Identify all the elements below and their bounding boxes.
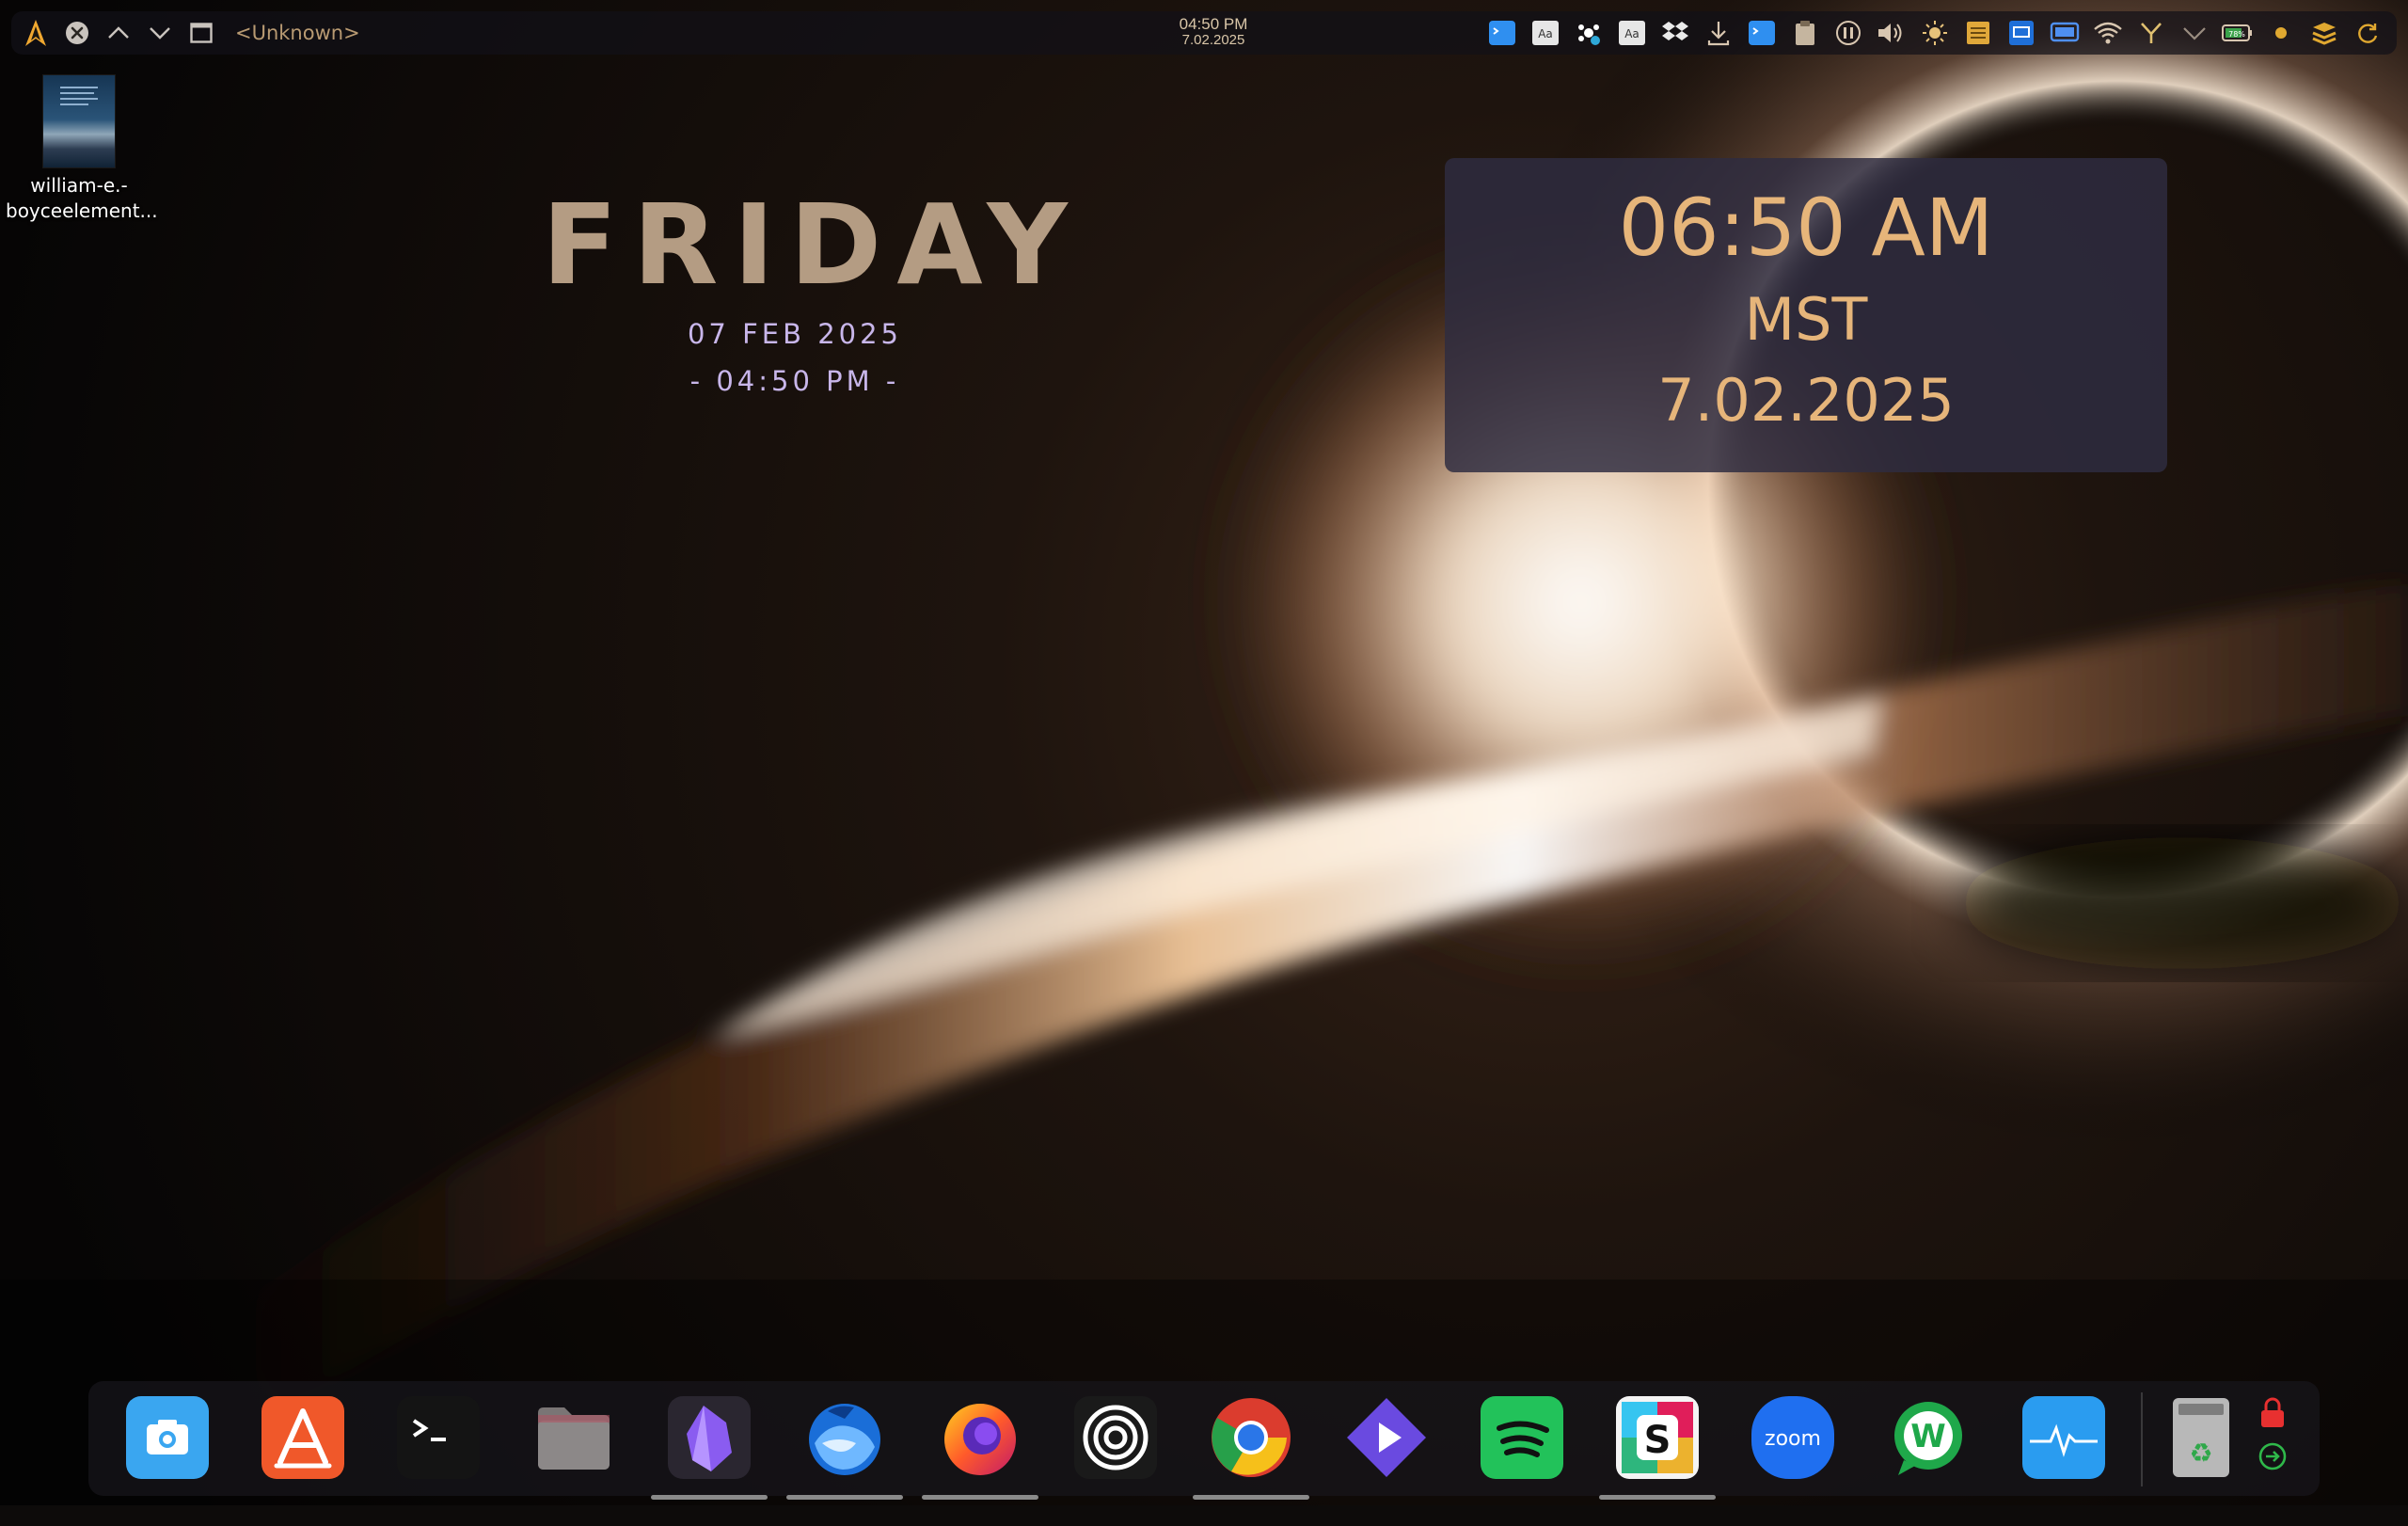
wifi-icon[interactable]	[2086, 11, 2130, 55]
running-indicator	[651, 1495, 768, 1500]
thunderbird-icon	[800, 1392, 890, 1483]
dock-files[interactable]	[529, 1392, 619, 1483]
chevron-up-icon[interactable]	[100, 14, 137, 52]
dock-app-center[interactable]	[258, 1392, 348, 1483]
dock-spotify[interactable]	[1477, 1392, 1567, 1483]
chrome-icon	[1206, 1392, 1296, 1483]
app-center-icon	[258, 1392, 348, 1483]
zoom-label: zoom	[1765, 1427, 1821, 1451]
terminal-icon	[393, 1392, 483, 1483]
chevron-down-icon[interactable]	[141, 14, 179, 52]
font-viewer-icon[interactable]: Aa	[1610, 11, 1654, 55]
file-label: william-e.- boyceelement...	[6, 173, 158, 224]
zoom-icon: zoom	[1748, 1392, 1838, 1483]
system-tray: Aa Aa 78%	[1481, 11, 2389, 55]
terminal-icon[interactable]	[1740, 11, 1783, 55]
refresh-icon[interactable]	[2346, 11, 2389, 55]
w-chat-icon: W	[1883, 1392, 1973, 1483]
clock-time: 06:50 AM	[1618, 182, 1994, 274]
dock-zoom[interactable]: zoom	[1748, 1392, 1838, 1483]
chevron-down-icon[interactable]	[2173, 11, 2216, 55]
close-icon[interactable]	[58, 14, 96, 52]
launcher-logo-icon[interactable]	[17, 14, 55, 52]
dock-thunderbird[interactable]	[786, 1392, 903, 1500]
running-indicator	[786, 1495, 903, 1500]
clock-date: 7.02.2025	[1657, 366, 1955, 435]
window-title: <Unknown>	[235, 22, 360, 44]
running-indicator	[1193, 1495, 1309, 1500]
paint-icon[interactable]	[1567, 11, 1610, 55]
play-diamond-icon	[1341, 1392, 1432, 1483]
notes-icon[interactable]	[1956, 11, 2000, 55]
dock-separator	[2141, 1392, 2143, 1486]
file-label-line1: william-e.-	[30, 174, 128, 197]
svg-text:W: W	[1910, 1418, 1946, 1455]
battery-icon[interactable]: 78%	[2216, 11, 2259, 55]
dock-firefox[interactable]	[922, 1392, 1038, 1500]
camera-app-icon	[122, 1392, 213, 1483]
dock-slack[interactable]: S	[1599, 1392, 1716, 1500]
top-panel: <Unknown> 04:50 PM 7.02.2025 Aa Aa 78%	[11, 11, 2397, 55]
dock-circle-app[interactable]	[1070, 1392, 1161, 1483]
day-widget: FRIDAY 07 FEB 2025 - 04:50 PM -	[527, 180, 1083, 397]
day-date: 07 FEB 2025	[687, 318, 903, 350]
running-indicator	[1599, 1495, 1716, 1500]
spotify-icon	[1477, 1392, 1567, 1483]
brightness-icon[interactable]	[1913, 11, 1956, 55]
terminal-icon[interactable]	[1481, 11, 1524, 55]
dock-trash[interactable]: ♻	[2156, 1392, 2246, 1483]
display-icon[interactable]	[2000, 11, 2043, 55]
dock-anydesk-app[interactable]	[1341, 1392, 1432, 1483]
svg-text:♻: ♻	[2189, 1438, 2212, 1469]
volume-icon[interactable]	[1870, 11, 1913, 55]
dock-system-monitor[interactable]	[2019, 1392, 2109, 1483]
dock-chrome[interactable]	[1193, 1392, 1309, 1500]
file-label-line2: boyceelement...	[6, 199, 158, 222]
panel-clock[interactable]: 04:50 PM 7.02.2025	[1166, 16, 1260, 48]
day-time: - 04:50 PM -	[689, 365, 900, 397]
desktop-file-pdf[interactable]: william-e.- boyceelement...	[6, 75, 158, 224]
dock-obsidian[interactable]	[651, 1392, 768, 1500]
dock-logout[interactable]	[2252, 1436, 2293, 1526]
dot-icon[interactable]	[2259, 11, 2303, 55]
stack-icon[interactable]	[2303, 11, 2346, 55]
dock-word-app[interactable]: W	[1883, 1392, 1973, 1483]
window-controls: <Unknown>	[11, 11, 360, 55]
concentric-circles-icon	[1070, 1392, 1161, 1483]
dock-camera-app[interactable]	[122, 1392, 213, 1483]
obsidian-icon	[664, 1392, 754, 1483]
file-thumbnail	[43, 75, 115, 167]
download-icon[interactable]	[1697, 11, 1740, 55]
dropbox-icon[interactable]	[1654, 11, 1697, 55]
pause-icon[interactable]	[1827, 11, 1870, 55]
svg-text:Aa: Aa	[1538, 27, 1553, 40]
day-name: FRIDAY	[542, 180, 1083, 310]
panel-clock-time: 04:50 PM	[1179, 15, 1248, 33]
clock-widget: 06:50 AM MST 7.02.2025	[1445, 158, 2167, 472]
panel-clock-date: 7.02.2025	[1181, 32, 1245, 48]
battery-label: 78%	[2228, 30, 2245, 39]
running-indicator	[922, 1495, 1038, 1500]
yakuake-icon[interactable]	[2130, 11, 2173, 55]
monitor-icon[interactable]	[2043, 11, 2086, 55]
clock-zone: MST	[1744, 285, 1868, 354]
slack-icon: S	[1612, 1392, 1703, 1483]
trash-icon: ♻	[2156, 1392, 2246, 1483]
folder-icon	[529, 1392, 619, 1483]
dock-terminal[interactable]	[393, 1392, 483, 1483]
logout-icon	[2252, 1436, 2293, 1477]
clipboard-icon[interactable]	[1783, 11, 1827, 55]
svg-text:Aa: Aa	[1624, 27, 1640, 40]
dock: S zoom W ♻	[88, 1381, 2320, 1500]
window-icon[interactable]	[182, 14, 220, 52]
lock-icon	[2252, 1392, 2293, 1434]
svg-text:S: S	[1644, 1419, 1671, 1462]
pulse-icon	[2019, 1392, 2109, 1483]
firefox-icon	[935, 1392, 1025, 1483]
font-viewer-icon[interactable]: Aa	[1524, 11, 1567, 55]
